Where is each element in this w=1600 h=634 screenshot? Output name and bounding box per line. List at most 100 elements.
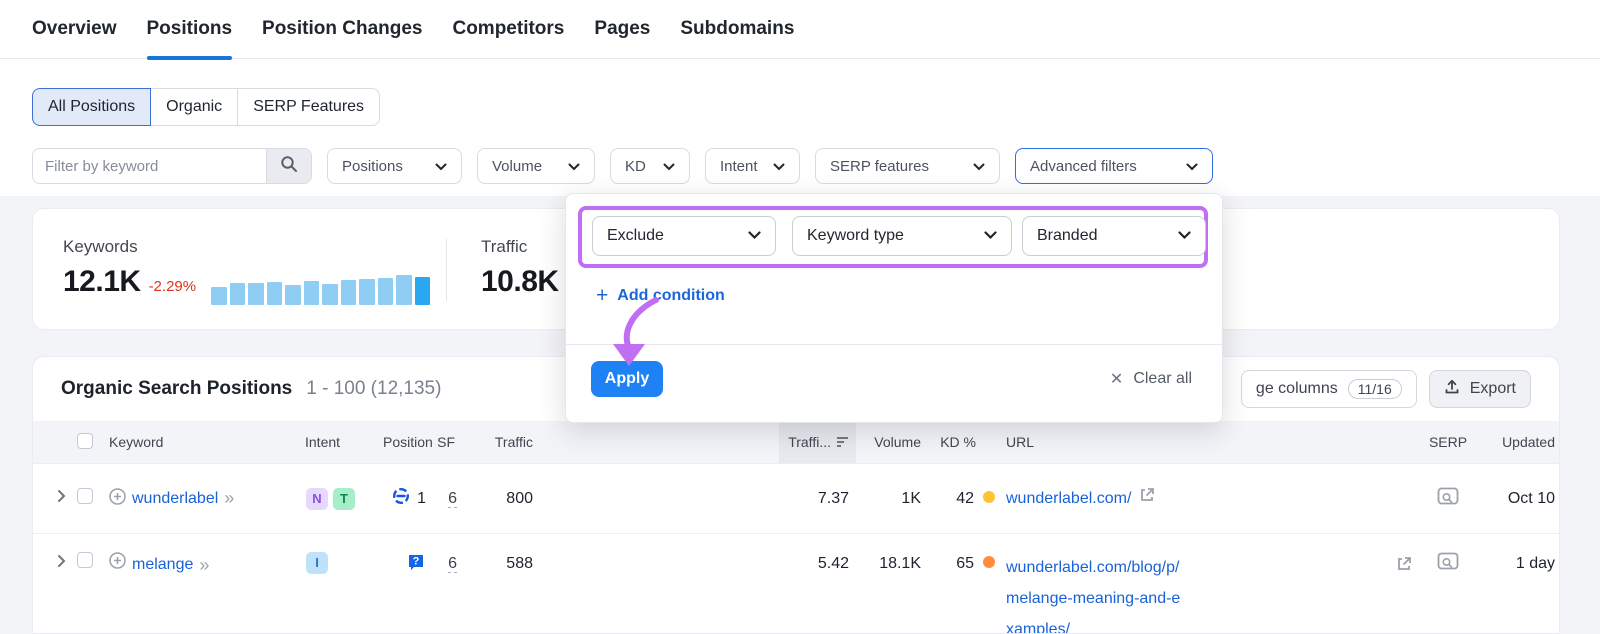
volume-value: 1K xyxy=(901,489,921,507)
advanced-filters-label: Advanced filters xyxy=(1030,157,1137,175)
serp-features-count[interactable]: 6 xyxy=(448,555,457,573)
serp-features-filter-label: SERP features xyxy=(830,157,929,175)
tab-competitors[interactable]: Competitors xyxy=(452,0,564,59)
serp-features-count[interactable]: 6 xyxy=(448,489,457,508)
export-button[interactable]: Export xyxy=(1428,370,1531,408)
col-position[interactable]: Position xyxy=(383,434,433,450)
intent-filter-label: Intent xyxy=(720,157,758,175)
tab-overview[interactable]: Overview xyxy=(32,0,117,59)
traffic-metric-value: 10.8K xyxy=(481,265,559,298)
export-icon xyxy=(1444,379,1460,400)
table-header-row: Keyword Intent Position SF Traffic Traff… xyxy=(33,421,1559,463)
add-keyword-icon[interactable] xyxy=(109,552,126,577)
toggle-serp-features[interactable]: SERP Features xyxy=(237,88,381,126)
url-link[interactable]: wunderlabel.com/blog/p/melange-meaning-a… xyxy=(1006,552,1188,633)
kd-value: 42 xyxy=(956,489,974,507)
report-tabs: Overview Positions Position Changes Comp… xyxy=(0,0,1600,60)
positions-filter-dropdown[interactable]: Positions xyxy=(327,148,462,184)
filter-bar: Positions Volume KD Intent SERP features… xyxy=(32,148,1213,184)
position-type-toggle: All Positions Organic SERP Features xyxy=(32,88,381,126)
add-keyword-icon[interactable] xyxy=(109,487,126,510)
col-traffic-sorted[interactable]: Traffi... xyxy=(779,421,856,463)
tab-positions[interactable]: Positions xyxy=(146,0,232,60)
intent-filter-dropdown[interactable]: Intent xyxy=(705,148,800,184)
col-intent[interactable]: Intent xyxy=(303,434,383,450)
kd-medium-dot xyxy=(983,490,995,503)
col-sf[interactable]: SF xyxy=(428,434,465,450)
positions-filter-label: Positions xyxy=(342,157,403,175)
add-condition-button[interactable]: + Add condition xyxy=(596,284,725,307)
condition-field-value: Keyword type xyxy=(807,227,904,244)
tab-subdomains[interactable]: Subdomains xyxy=(680,0,794,59)
double-chevron-icon[interactable]: » xyxy=(224,488,234,509)
chevron-down-icon xyxy=(773,158,785,175)
kd-value: 65 xyxy=(956,555,974,572)
keyword-link[interactable]: melange xyxy=(132,553,193,577)
expand-row-icon[interactable] xyxy=(57,555,66,572)
serp-features-filter-dropdown[interactable]: SERP features xyxy=(815,148,1000,184)
chevron-down-icon xyxy=(973,158,985,175)
select-all-checkbox[interactable] xyxy=(77,432,93,449)
serp-preview-icon[interactable] xyxy=(1437,552,1459,578)
kd-filter-dropdown[interactable]: KD xyxy=(610,148,690,184)
tab-pages[interactable]: Pages xyxy=(594,0,650,59)
kd-filter-label: KD xyxy=(625,157,646,175)
position-value: 1 xyxy=(417,489,426,507)
col-updated[interactable]: Updated xyxy=(1478,434,1559,450)
traffic-percent-value: 7.37 xyxy=(817,489,849,507)
keywords-metric: Keywords 12.1K -2.29% xyxy=(63,237,196,299)
external-link-icon[interactable] xyxy=(1396,556,1412,580)
keywords-metric-value: 12.1K xyxy=(63,265,141,298)
condition-operator-select[interactable]: Exclude xyxy=(592,216,776,256)
chevron-down-icon xyxy=(1186,158,1198,175)
keyword-link[interactable]: wunderlabel xyxy=(132,490,218,508)
col-keyword[interactable]: Keyword xyxy=(109,434,303,450)
updated-value: 1 day xyxy=(1515,555,1555,572)
double-chevron-icon[interactable]: » xyxy=(199,553,209,577)
traffic-metric-label: Traffic xyxy=(481,237,528,256)
condition-value-select[interactable]: Branded xyxy=(1022,216,1206,256)
intent-badge-transactional: T xyxy=(333,487,355,510)
volume-filter-dropdown[interactable]: Volume xyxy=(477,148,595,184)
serp-preview-icon[interactable] xyxy=(1437,487,1459,510)
expand-row-icon[interactable] xyxy=(57,490,66,507)
col-serp[interactable]: SERP xyxy=(1418,434,1478,450)
export-label: Export xyxy=(1469,380,1516,397)
traffic-value: 800 xyxy=(506,489,533,507)
volume-value: 18.1K xyxy=(879,555,921,572)
columns-count-badge: 11/16 xyxy=(1347,379,1402,399)
col-volume[interactable]: Volume xyxy=(856,434,923,450)
table-title: Organic Search Positions xyxy=(61,378,293,399)
plus-icon: + xyxy=(596,284,609,307)
add-condition-label: Add condition xyxy=(617,287,725,304)
row-checkbox[interactable] xyxy=(77,488,93,504)
clear-all-label: Clear all xyxy=(1133,370,1192,387)
col-traffic[interactable]: Traffic xyxy=(465,434,535,450)
keywords-sparkline xyxy=(211,275,430,305)
condition-operator-value: Exclude xyxy=(607,227,664,244)
tab-position-changes[interactable]: Position Changes xyxy=(262,0,422,59)
chevron-down-icon xyxy=(1178,227,1191,245)
apply-button[interactable]: Apply xyxy=(591,361,663,397)
toggle-all-positions[interactable]: All Positions xyxy=(32,88,152,126)
advanced-filters-popup: Exclude Keyword type Branded + Add condi… xyxy=(565,193,1223,423)
advanced-filters-dropdown[interactable]: Advanced filters xyxy=(1015,148,1213,184)
updated-value: Oct 10 xyxy=(1507,489,1555,507)
close-icon: ✕ xyxy=(1109,371,1124,388)
clear-all-button[interactable]: ✕ Clear all xyxy=(1110,361,1192,397)
table-range: 1 - 100 (12,135) xyxy=(306,378,442,399)
col-kd[interactable]: KD % xyxy=(923,434,976,450)
keywords-metric-label: Keywords xyxy=(63,237,138,256)
search-button[interactable] xyxy=(266,149,311,183)
row-checkbox[interactable] xyxy=(77,552,93,568)
keyword-filter-input[interactable] xyxy=(33,149,266,183)
col-url[interactable]: URL xyxy=(998,434,1418,450)
manage-columns-button[interactable]: ge columns 11/16 xyxy=(1240,370,1417,408)
toggle-organic[interactable]: Organic xyxy=(150,88,239,126)
external-link-icon[interactable] xyxy=(1139,487,1155,508)
condition-field-select[interactable]: Keyword type xyxy=(792,216,1012,256)
table-row: wunderlabel » N T 1 6 800 7.37 1K 42 wun… xyxy=(33,463,1559,533)
url-link[interactable]: wunderlabel.com/ xyxy=(1006,487,1131,511)
link-position-icon xyxy=(391,486,411,511)
col-traffic-sorted-label: Traffi... xyxy=(788,434,831,450)
